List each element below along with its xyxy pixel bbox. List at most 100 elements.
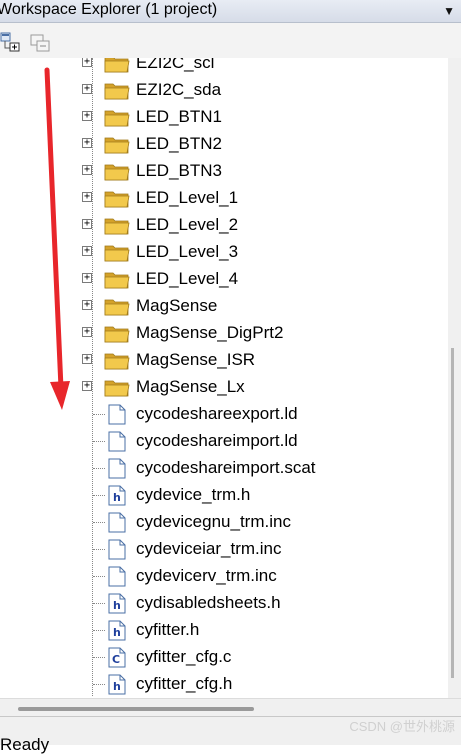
tree-folder-item[interactable]: + LED_Level_2: [0, 212, 440, 239]
expand-icon[interactable]: +: [82, 300, 92, 310]
folder-icon: [104, 299, 130, 316]
tree-item-label: cydevicegnu_trm.inc: [136, 512, 291, 531]
explorer-toolbar: [0, 23, 461, 62]
tree-folder-item[interactable]: + LED_Level_4: [0, 266, 440, 293]
expand-icon[interactable]: +: [82, 165, 92, 175]
tree-file-item[interactable]: h cydevice_trm.h: [0, 482, 440, 509]
tree-branch-line: [93, 684, 105, 685]
tree-file-item[interactable]: cycodeshareimport.ld: [0, 428, 440, 455]
folder-icon: [104, 353, 130, 370]
tree-folder-item[interactable]: + MagSense_Lx: [0, 374, 440, 401]
tree-item-label: cyfitter.h: [136, 620, 200, 639]
file-icon-letter: h: [113, 599, 121, 612]
horizontal-scroll-thumb[interactable]: [18, 707, 254, 711]
tree-file-item[interactable]: cydevicerv_trm.inc: [0, 563, 440, 590]
tree-folder-item[interactable]: + MagSense: [0, 293, 440, 320]
file-icon: [108, 404, 126, 425]
tree-branch-line: [93, 630, 105, 631]
vertical-scrollbar[interactable]: [448, 58, 461, 698]
expand-icon[interactable]: +: [82, 273, 92, 283]
expand-icon[interactable]: +: [82, 246, 92, 256]
tree-folder-item[interactable]: + LED_Level_3: [0, 239, 440, 266]
expand-icon[interactable]: +: [82, 219, 92, 229]
file-icon: [108, 431, 126, 452]
folder-icon: [104, 245, 130, 262]
folder-icon: [104, 164, 130, 181]
folder-icon: [104, 326, 130, 343]
tree-item-label: MagSense: [136, 296, 218, 315]
tree-branch-line: [93, 657, 105, 658]
tree-folder-item[interactable]: + LED_Level_1: [0, 185, 440, 212]
tree-branch-line: [93, 576, 105, 577]
tree-item-label: cydeviceiar_trm.inc: [136, 539, 282, 558]
expand-all-icon[interactable]: [0, 30, 24, 54]
tree-item-label: cycodeshareexport.ld: [136, 404, 298, 423]
tree-item-label: LED_Level_1: [136, 188, 239, 207]
tree-file-item[interactable]: h cyfitter.h: [0, 617, 440, 644]
tree-item-label: LED_Level_4: [136, 269, 239, 288]
collapse-all-icon[interactable]: [28, 30, 52, 54]
tree-item-label: LED_BTN1: [136, 107, 222, 126]
expand-icon[interactable]: +: [82, 58, 92, 67]
tree-item-label: cyfitter_cfg.h: [136, 674, 233, 693]
tree-file-item[interactable]: cycodeshareimport.scat: [0, 455, 440, 482]
file-icon-letter: h: [113, 626, 121, 639]
tree-item-label: MagSense_ISR: [136, 350, 256, 369]
tree-folder-item[interactable]: + LED_BTN2: [0, 131, 440, 158]
folder-icon: [104, 272, 130, 289]
file-icon-letter: h: [113, 680, 121, 693]
tree-item-label: cydevicerv_trm.inc: [136, 566, 277, 585]
tree-branch-line: [93, 549, 105, 550]
tree-file-item[interactable]: cydevicegnu_trm.inc: [0, 509, 440, 536]
tree-item-label: EZI2C_sda: [136, 80, 222, 99]
tree-file-item[interactable]: cydeviceiar_trm.inc: [0, 536, 440, 563]
tree-branch-line: [93, 468, 105, 469]
vertical-scroll-thumb[interactable]: [451, 348, 454, 678]
tree-folder-item[interactable]: + EZI2C_sda: [0, 77, 440, 104]
panel-title-bar: Workspace Explorer (1 project) ▼: [0, 0, 461, 23]
tree-item-label: MagSense_DigPrt2: [136, 323, 284, 342]
tree-branch-line: [93, 414, 105, 415]
expand-icon[interactable]: +: [82, 111, 92, 121]
horizontal-scrollbar[interactable]: [0, 698, 461, 717]
chevron-down-icon[interactable]: ▼: [443, 4, 455, 18]
expand-icon[interactable]: +: [82, 381, 92, 391]
tree-file-item[interactable]: Ccyfitter_cfg.c: [0, 644, 440, 671]
folder-icon: [104, 110, 130, 127]
tree-folder-item[interactable]: + EZI2C_scl: [0, 58, 440, 77]
expand-icon[interactable]: +: [82, 354, 92, 364]
folder-icon: [104, 137, 130, 154]
workspace-tree: + EZI2C_scl + EZI2C_sda + LED_BTN1 + LED_BTN2 + L…: [0, 58, 448, 698]
expand-icon[interactable]: +: [82, 192, 92, 202]
file-icon-letter: C: [112, 653, 120, 666]
tree-file-item[interactable]: cycodeshareexport.ld: [0, 401, 440, 428]
header-file-icon: h: [108, 593, 126, 614]
tree-item-label: cycodeshareimport.scat: [136, 458, 316, 477]
tree-item-label: MagSense_Lx: [136, 377, 245, 396]
file-icon: [108, 512, 126, 533]
expand-icon[interactable]: +: [82, 84, 92, 94]
c-source-file-icon: C: [108, 647, 126, 668]
folder-icon: [104, 58, 130, 73]
folder-icon: [104, 191, 130, 208]
tree-item-label: cycodeshareimport.ld: [136, 431, 298, 450]
folder-icon: [104, 380, 130, 397]
tree-folder-item[interactable]: + LED_BTN3: [0, 158, 440, 185]
tree-item-label: LED_Level_3: [136, 242, 239, 261]
header-file-icon: h: [108, 620, 126, 641]
tree-item-label: cydevice_trm.h: [136, 485, 251, 504]
file-icon: [108, 539, 126, 560]
tree-folder-item[interactable]: + MagSense_ISR: [0, 347, 440, 374]
tree-item-label: LED_BTN2: [136, 134, 222, 153]
file-icon-letter: h: [113, 491, 121, 504]
tree-file-item[interactable]: h cydisabledsheets.h: [0, 590, 440, 617]
tree-folder-item[interactable]: + LED_BTN1: [0, 104, 440, 131]
tree-file-item[interactable]: h cyfitter_cfg.h: [0, 671, 440, 698]
status-text: Ready: [0, 735, 50, 754]
header-file-icon: h: [108, 674, 126, 695]
tree-folder-item[interactable]: + MagSense_DigPrt2: [0, 320, 440, 347]
tree-branch-line: [93, 522, 105, 523]
expand-icon[interactable]: +: [82, 138, 92, 148]
tree-item-label: LED_BTN3: [136, 161, 222, 180]
expand-icon[interactable]: +: [82, 327, 92, 337]
